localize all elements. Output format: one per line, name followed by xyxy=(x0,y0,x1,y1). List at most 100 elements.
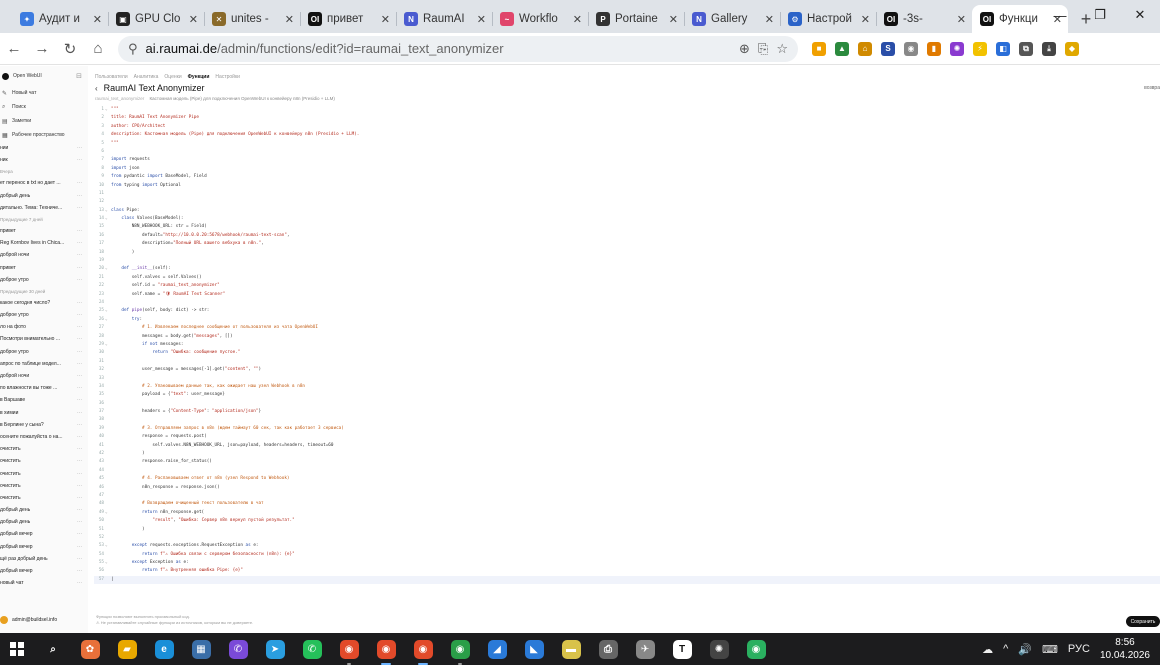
chat-options-icon[interactable]: ··· xyxy=(77,333,82,345)
chat-options-icon[interactable]: ··· xyxy=(77,407,82,419)
sidebar-nav-item[interactable]: ⌕ Поиск xyxy=(0,100,88,114)
site-info-icon[interactable]: ⚲ xyxy=(128,41,138,57)
code-line[interactable]: 20 ⌄ def __init__(self): xyxy=(94,265,1160,273)
chat-options-icon[interactable]: ··· xyxy=(77,225,82,237)
admin-tab[interactable]: Пользователи xyxy=(95,74,128,80)
maximize-button[interactable]: ❐ xyxy=(1080,0,1120,30)
taskbar-app-icon[interactable]: ✆ xyxy=(299,636,325,662)
code-line[interactable]: 26 ⌄ try: xyxy=(94,316,1160,324)
chat-list-item[interactable]: осените пожалуйста о на... ··· xyxy=(0,431,88,443)
admin-tab[interactable]: Настройки xyxy=(215,74,240,80)
code-line[interactable]: 3 author: CPO/Architect xyxy=(94,123,1160,131)
code-line[interactable]: 38 xyxy=(94,416,1160,424)
taskbar-app-icon[interactable]: ⎙ xyxy=(595,636,621,662)
code-line[interactable]: 29 ⌄ if not messages: xyxy=(94,341,1160,349)
show-hidden-icons-icon[interactable]: ^ xyxy=(1003,643,1008,655)
extension-icon[interactable]: ⚡ xyxy=(973,41,987,56)
chat-options-icon[interactable]: ··· xyxy=(77,394,82,406)
chat-list-item[interactable]: добрый день ··· xyxy=(0,190,88,202)
browser-tab[interactable]: N RaumAI ✕ xyxy=(396,5,492,33)
tab-close-icon[interactable]: ✕ xyxy=(381,13,390,26)
tab-close-icon[interactable]: ✕ xyxy=(93,13,102,26)
keyboard-icon[interactable]: ⌨ xyxy=(1042,643,1058,656)
chat-list-item[interactable]: привет ··· xyxy=(0,225,88,237)
chat-list-item[interactable]: нии ··· xyxy=(0,142,88,154)
fold-chevron-icon[interactable]: ⌄ xyxy=(105,207,108,215)
chat-options-icon[interactable]: ··· xyxy=(77,516,82,528)
chat-options-icon[interactable]: ··· xyxy=(77,154,82,166)
fold-chevron-icon[interactable]: ⌄ xyxy=(105,215,108,223)
chat-options-icon[interactable]: ··· xyxy=(77,468,82,480)
chat-options-icon[interactable]: ··· xyxy=(77,382,82,394)
chat-list-item[interactable]: доброе утро ··· xyxy=(0,309,88,321)
chat-list-item[interactable]: добрый день ··· xyxy=(0,516,88,528)
address-bar[interactable]: ⚲ ai.raumai.de/admin/functions/edit?id=r… xyxy=(118,35,798,62)
chat-list-item[interactable]: в химии ··· xyxy=(0,407,88,419)
zoom-icon[interactable]: ⊕ xyxy=(739,41,750,57)
extension-icon[interactable]: ■ xyxy=(812,41,826,56)
page-title[interactable]: RaumAI Text Anonymizer xyxy=(104,83,205,93)
chat-list-item[interactable]: Reg Kornbov lives in Chica... ··· xyxy=(0,237,88,249)
browser-tab[interactable]: ✦ Аудит и ✕ xyxy=(12,5,108,33)
tab-close-icon[interactable]: ✕ xyxy=(477,13,486,26)
extension-icon[interactable]: ⌂ xyxy=(858,41,872,56)
code-line[interactable]: 19 xyxy=(94,257,1160,265)
chat-options-icon[interactable]: ··· xyxy=(77,346,82,358)
code-line[interactable]: 32 user_message = messages[-1].get("cont… xyxy=(94,366,1160,374)
tab-close-icon[interactable]: ✕ xyxy=(573,13,582,26)
code-line[interactable]: 42 ) xyxy=(94,450,1160,458)
extension-icon[interactable]: ⤓ xyxy=(1042,41,1056,56)
chat-list-item[interactable]: добрый вечер ··· xyxy=(0,565,88,577)
code-line[interactable]: 22 self.id = "raumai_text_anonymizer" xyxy=(94,282,1160,290)
extension-icon[interactable]: ⧉ xyxy=(1019,41,1033,56)
code-line[interactable]: 49 ⌄ return n8n_response.get( xyxy=(94,509,1160,517)
tab-close-icon[interactable]: ✕ xyxy=(285,13,294,26)
taskbar-app-icon[interactable]: ◉ xyxy=(743,636,769,662)
chat-list-item[interactable]: новый чат ··· xyxy=(0,577,88,589)
code-line[interactable]: 34 # 2. Упаковываем данные так, как ожид… xyxy=(94,383,1160,391)
tab-close-icon[interactable]: ✕ xyxy=(189,13,198,26)
chat-list-item[interactable]: добрый вечер ··· xyxy=(0,528,88,540)
chat-list-item[interactable]: добрый день ··· xyxy=(0,504,88,516)
taskbar-app-icon[interactable]: ✈ xyxy=(632,636,658,662)
chat-list-item[interactable]: апрос по таблице модел... ··· xyxy=(0,358,88,370)
fold-chevron-icon[interactable]: ⌄ xyxy=(105,341,108,349)
minimize-button[interactable]: — xyxy=(1040,0,1080,30)
code-line[interactable]: 16 default="http://10.0.0.20:5678/webhoo… xyxy=(94,232,1160,240)
chat-options-icon[interactable]: ··· xyxy=(77,358,82,370)
code-line[interactable]: 56 return f"⚠ Внутренняя ошибка Pipe: {e… xyxy=(94,567,1160,575)
chat-list-item[interactable]: доброе утро ··· xyxy=(0,346,88,358)
sidebar-toggle-icon[interactable]: ⊟ xyxy=(76,72,82,80)
code-line[interactable]: 13 ⌄ class Pipe: xyxy=(94,207,1160,215)
browser-tab[interactable]: ▣ GPU Clo ✕ xyxy=(108,5,204,33)
code-line[interactable]: 5 """ xyxy=(94,140,1160,148)
back-button[interactable]: ← xyxy=(0,40,28,57)
chat-list-item[interactable]: щё раз добрый день ··· xyxy=(0,553,88,565)
chat-options-icon[interactable]: ··· xyxy=(77,431,82,443)
browser-tab[interactable]: OI привет ✕ xyxy=(300,5,396,33)
save-button[interactable]: Сохранить xyxy=(1126,616,1160,627)
tab-close-icon[interactable]: ✕ xyxy=(669,13,678,26)
chat-options-icon[interactable]: ··· xyxy=(77,419,82,431)
tab-close-icon[interactable]: ✕ xyxy=(861,13,870,26)
extension-icon[interactable]: S xyxy=(881,41,895,56)
browser-tab[interactable]: N Gallery ✕ xyxy=(684,5,780,33)
tab-close-icon[interactable]: ✕ xyxy=(765,13,774,26)
reload-button[interactable]: ↻ xyxy=(56,40,84,58)
chat-list-item[interactable]: добрый вечер ··· xyxy=(0,541,88,553)
code-line[interactable]: 57 | xyxy=(94,575,1160,585)
code-line[interactable]: 37 headers = {"Content-Type": "applicati… xyxy=(94,408,1160,416)
chat-options-icon[interactable]: ··· xyxy=(77,541,82,553)
back-arrow-icon[interactable]: ‹ xyxy=(95,84,98,93)
code-line[interactable]: 14 ⌄ class Valves(BaseModel): xyxy=(94,215,1160,223)
chat-options-icon[interactable]: ··· xyxy=(77,142,82,154)
bookmark-star-icon[interactable]: ☆ xyxy=(776,41,788,57)
chat-options-icon[interactable]: ··· xyxy=(77,443,82,455)
fold-chevron-icon[interactable]: ⌄ xyxy=(105,106,108,114)
onedrive-icon[interactable]: ☁ xyxy=(982,643,993,656)
browser-tab[interactable]: P Portaine ✕ xyxy=(588,5,684,33)
code-line[interactable]: 44 xyxy=(94,467,1160,475)
code-line[interactable]: 52 xyxy=(94,534,1160,542)
chat-options-icon[interactable]: ··· xyxy=(77,237,82,249)
taskbar-app-icon[interactable]: ◉ xyxy=(410,636,436,665)
